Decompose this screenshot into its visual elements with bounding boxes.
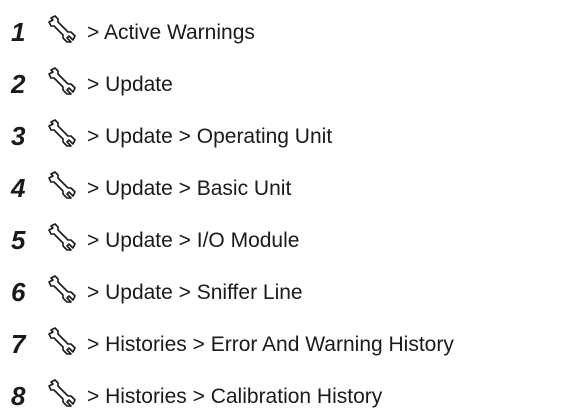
step-number: 6	[11, 277, 26, 307]
wrench-icon	[48, 65, 78, 95]
wrench-icon	[48, 169, 78, 199]
wrench-icon	[48, 117, 78, 147]
wrench-icon	[48, 325, 78, 355]
step-number: 4	[11, 173, 26, 203]
step-number: 7	[11, 329, 26, 359]
menu-path-list: 1 > Active Warnings 2 > Update 3 > Updat…	[0, 0, 563, 417]
list-item: 6 > Update > Sniffer Line	[0, 275, 563, 307]
list-item: 3 > Update > Operating Unit	[0, 119, 563, 151]
step-number: 2	[11, 69, 26, 99]
wrench-icon	[48, 377, 78, 407]
list-item: 2 > Update	[0, 67, 563, 99]
menu-path-text: > Histories > Error And Warning History	[87, 333, 454, 356]
list-item: 4 > Update > Basic Unit	[0, 171, 563, 203]
menu-path-text: > Update	[87, 73, 173, 96]
list-item: 7 > Histories > Error And Warning Histor…	[0, 327, 563, 359]
step-number: 3	[11, 121, 26, 151]
menu-path-text: > Update > Basic Unit	[87, 177, 292, 200]
menu-path-text: > Update > Sniffer Line	[87, 281, 303, 304]
wrench-icon	[48, 13, 78, 43]
wrench-icon	[48, 273, 78, 303]
step-number: 1	[11, 17, 26, 47]
step-number: 5	[11, 225, 26, 255]
menu-path-text: > Update > Operating Unit	[87, 125, 333, 148]
list-item: 5 > Update > I/O Module	[0, 223, 563, 255]
menu-path-text: > Update > I/O Module	[87, 229, 300, 252]
list-item: 8 > Histories > Calibration History	[0, 379, 563, 411]
list-item: 1 > Active Warnings	[0, 15, 563, 47]
wrench-icon	[48, 221, 78, 251]
step-number: 8	[11, 381, 26, 411]
menu-path-text: > Histories > Calibration History	[87, 385, 383, 408]
menu-path-text: > Active Warnings	[87, 21, 255, 44]
